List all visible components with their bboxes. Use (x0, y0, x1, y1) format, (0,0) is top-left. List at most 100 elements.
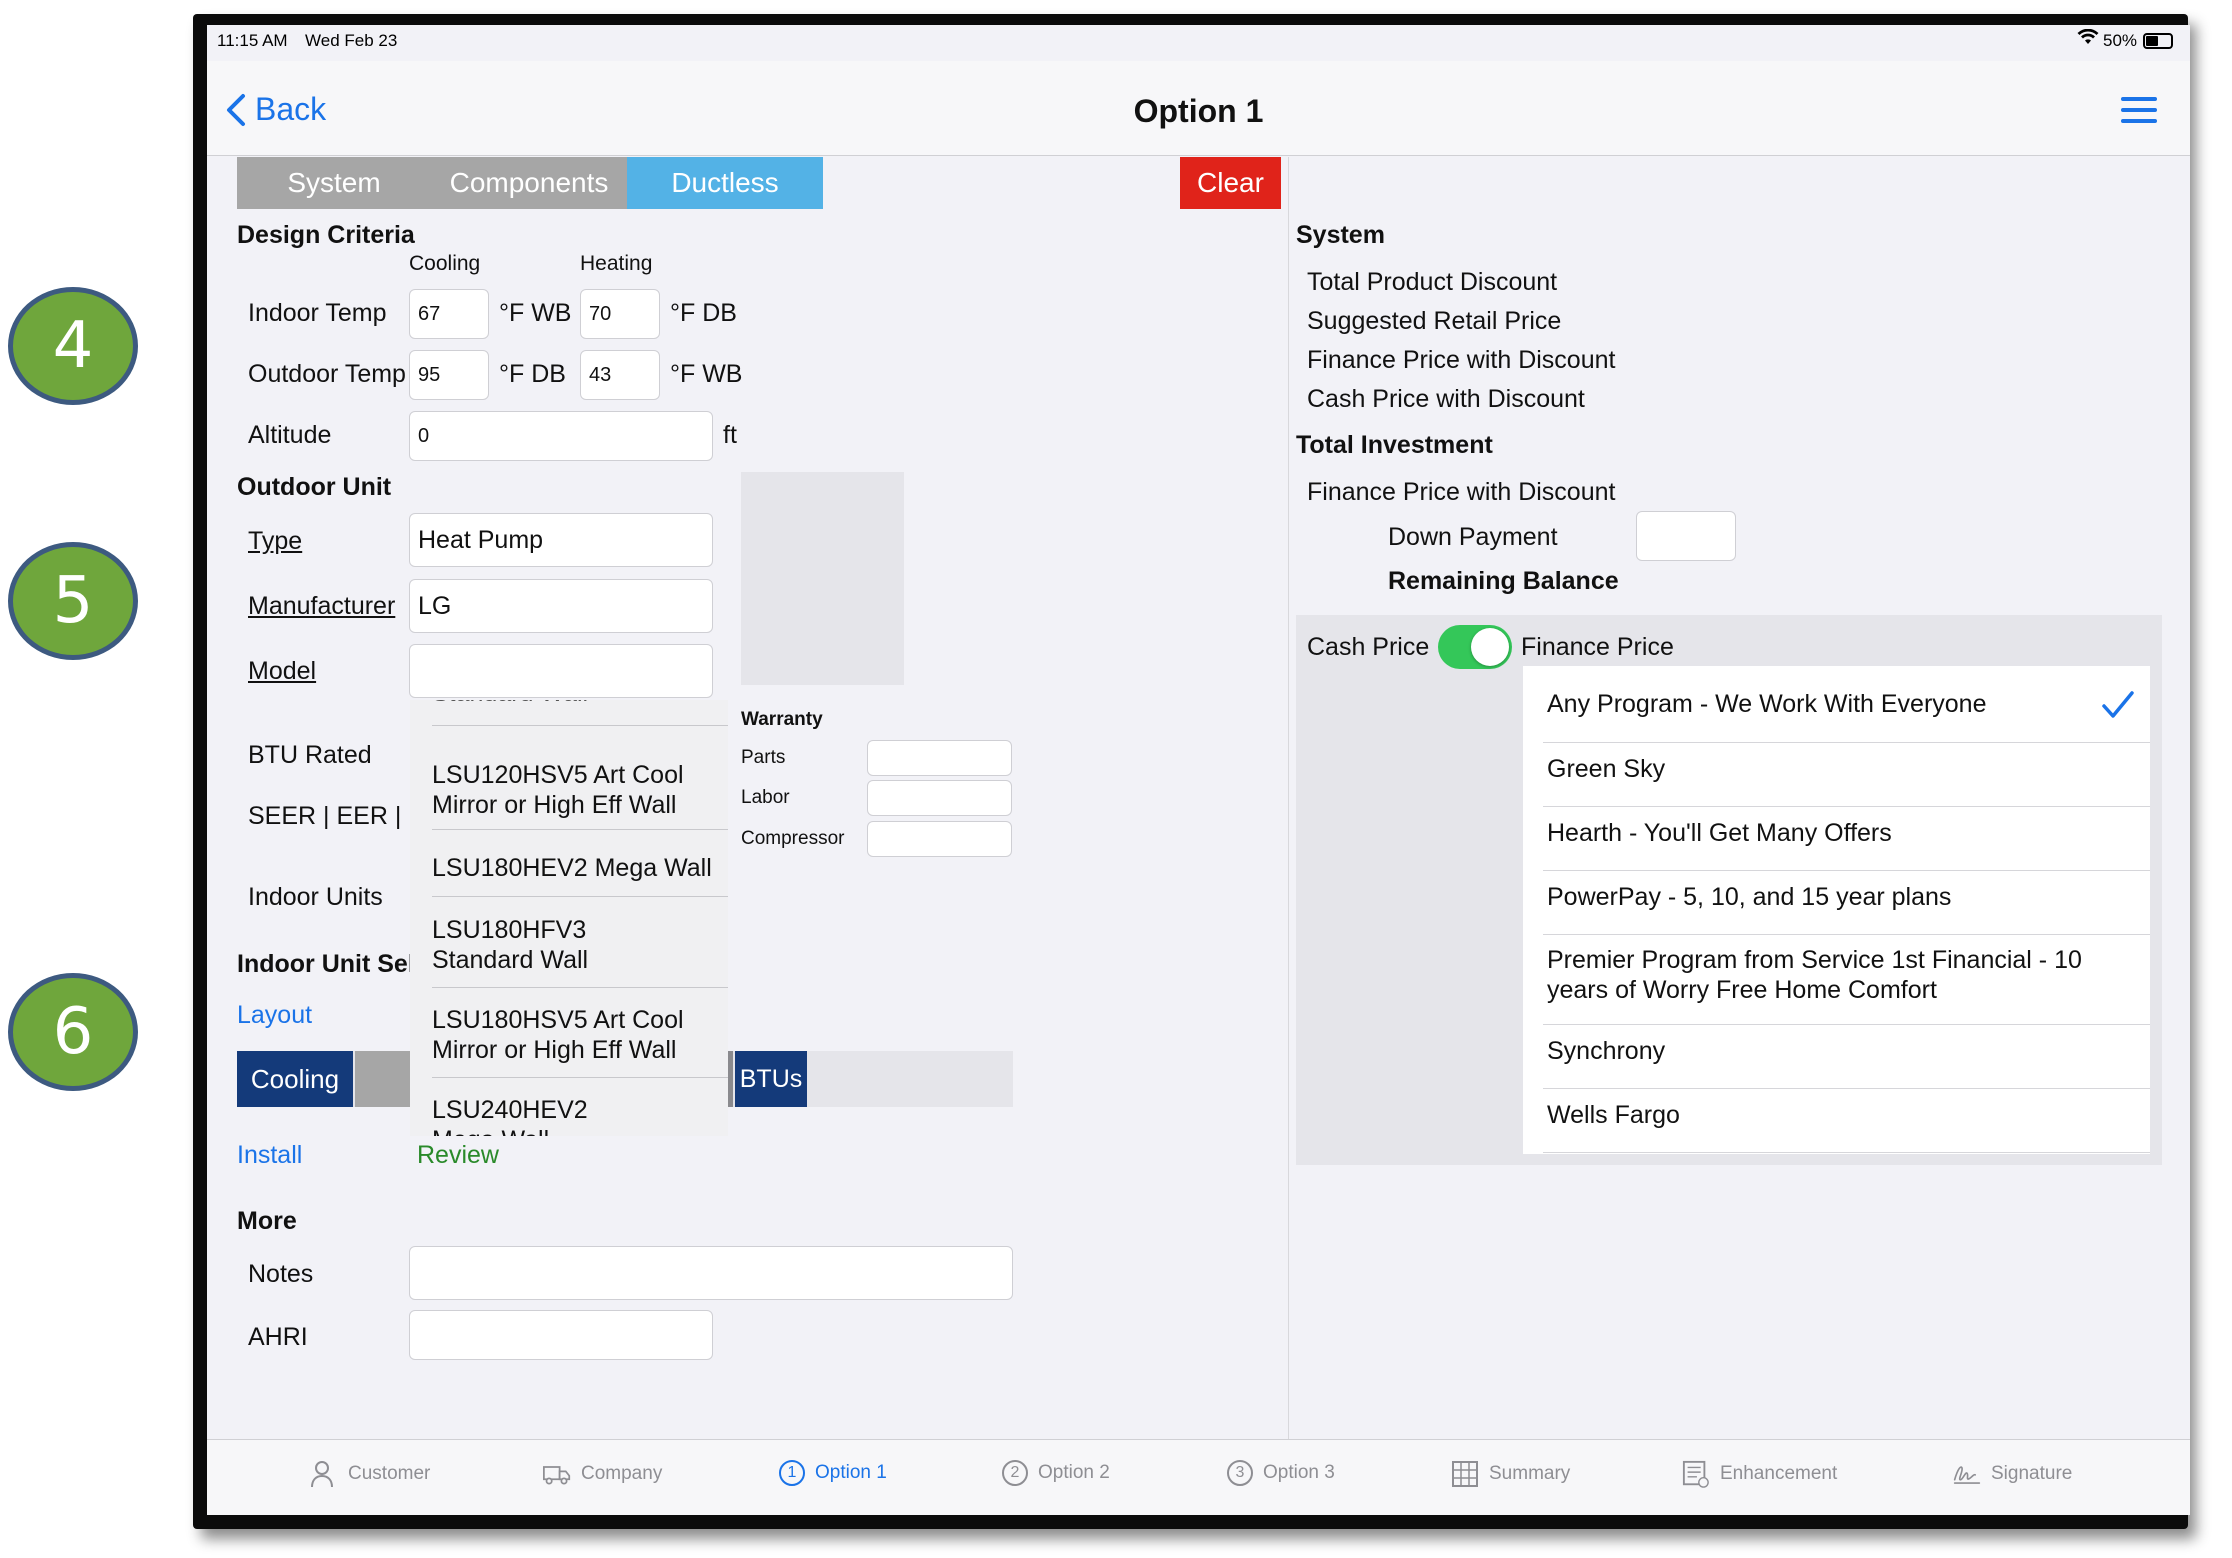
option-2-icon: 2 (1002, 1460, 1028, 1486)
model-option[interactable]: LSU180HFV3 Standard Wall (432, 915, 632, 975)
program-divider (1543, 742, 2150, 743)
callout-badge-6: 6 (8, 973, 138, 1091)
indoor-temp-label: Indoor Temp (248, 299, 387, 327)
more-heading: More (237, 1207, 297, 1235)
warranty-labor-input[interactable] (867, 780, 1012, 816)
outdoor-heating-input[interactable]: 43 (580, 350, 660, 400)
model-option[interactable]: LSU180HEV2 Mega Wall (432, 853, 712, 883)
segment-ductless[interactable]: Ductless (627, 157, 823, 209)
truck-icon (543, 1460, 571, 1488)
program-divider (1543, 1088, 2150, 1089)
tab-option-2[interactable]: 2 Option 2 (1002, 1460, 1110, 1486)
notes-label: Notes (248, 1260, 314, 1288)
column-divider (1288, 157, 1289, 1439)
layout-link[interactable]: Layout (237, 1001, 312, 1030)
model-option[interactable]: LSU120HSV5 Art Cool Mirror or High Eff W… (432, 760, 722, 820)
program-divider (1543, 1024, 2150, 1025)
option-divider (432, 896, 728, 897)
indoor-unit-slot[interactable] (355, 1051, 411, 1107)
program-option[interactable]: Premier Program from Service 1st Financi… (1547, 945, 2107, 1005)
install-link[interactable]: Install (237, 1141, 302, 1170)
program-divider (1543, 1152, 2150, 1153)
clear-button[interactable]: Clear (1180, 157, 1281, 209)
outdoor-cooling-input[interactable]: 95 (409, 350, 489, 400)
person-icon (310, 1460, 338, 1488)
btus-button[interactable]: BTUs (735, 1051, 807, 1107)
warranty-heading: Warranty (741, 709, 823, 730)
down-payment-label: Down Payment (1388, 523, 1558, 551)
review-link[interactable]: Review (417, 1141, 499, 1170)
outdoor-cooling-unit: °F DB (499, 360, 566, 388)
unit-image-placeholder (741, 472, 904, 685)
tab-company[interactable]: Company (543, 1460, 662, 1488)
summary-grid-icon (1451, 1460, 1479, 1488)
slot-divider (728, 1051, 733, 1107)
cash-price-discount-label: Cash Price with Discount (1307, 385, 1585, 413)
model-label[interactable]: Model (248, 657, 316, 686)
down-payment-input[interactable] (1636, 511, 1736, 561)
cooling-column-label: Cooling (409, 252, 481, 275)
cooling-button[interactable]: Cooling (237, 1051, 353, 1107)
model-option[interactable]: LSU180HSV5 Art Cool Mirror or High Eff W… (432, 1005, 722, 1065)
callout-badge-5: 5 (8, 542, 138, 660)
finance-program-list: Any Program - We Work With Everyone Gree… (1523, 666, 2150, 1154)
manufacturer-field[interactable]: LG (409, 579, 713, 633)
system-heading: System (1296, 221, 1385, 249)
ipad-screen: 11:15 AM Wed Feb 23 50% Back Option 1 Sy… (207, 25, 2190, 1515)
indoor-cooling-input[interactable]: 67 (409, 289, 489, 339)
warranty-parts-label: Parts (741, 747, 786, 768)
warranty-parts-input[interactable] (867, 740, 1012, 776)
btu-rated-label: BTU Rated (248, 741, 372, 769)
type-label[interactable]: Type (248, 527, 302, 556)
indoor-cooling-unit: °F WB (499, 299, 572, 327)
page-title: Option 1 (1133, 93, 1264, 129)
bottom-tab-bar: Customer Company 1 Option 1 2 Option 2 3… (207, 1439, 2190, 1515)
program-divider (1543, 870, 2150, 871)
ahri-input[interactable] (409, 1310, 713, 1360)
seer-label: SEER | EER | HS (248, 802, 410, 830)
status-bar: 11:15 AM Wed Feb 23 50% (207, 25, 2190, 61)
manufacturer-label[interactable]: Manufacturer (248, 592, 395, 621)
program-option[interactable]: Hearth - You'll Get Many Offers (1547, 818, 1892, 848)
altitude-input[interactable]: 0 (409, 411, 713, 461)
battery-icon (2143, 33, 2173, 49)
hamburger-menu-icon[interactable] (2121, 97, 2157, 123)
segment-components[interactable]: Components (431, 157, 627, 209)
suggested-retail-price-label: Suggested Retail Price (1307, 307, 1562, 335)
option-divider (432, 725, 728, 726)
tab-option-3[interactable]: 3 Option 3 (1227, 1460, 1335, 1486)
option-divider (432, 829, 728, 830)
program-option[interactable]: Green Sky (1547, 754, 1665, 784)
indoor-unit-selection-heading: Indoor Unit Sel (237, 950, 415, 978)
program-option[interactable]: Wells Fargo (1547, 1100, 1680, 1130)
total-investment-heading: Total Investment (1296, 431, 1493, 459)
status-date: Wed Feb 23 (305, 31, 398, 50)
tab-customer[interactable]: Customer (310, 1460, 430, 1488)
model-option[interactable]: Standard Wall (432, 700, 588, 708)
document-list-icon (1682, 1460, 1710, 1488)
tab-enhancement[interactable]: Enhancement (1682, 1460, 1837, 1488)
segment-system[interactable]: System (237, 157, 431, 209)
program-option[interactable]: Synchrony (1547, 1036, 1665, 1066)
total-product-discount-label: Total Product Discount (1307, 268, 1558, 296)
program-option[interactable]: Any Program - We Work With Everyone (1547, 689, 1986, 719)
heating-column-label: Heating (580, 252, 653, 275)
tab-summary[interactable]: Summary (1451, 1460, 1570, 1488)
outdoor-temp-label: Outdoor Temp (248, 360, 406, 388)
altitude-label: Altitude (248, 421, 332, 449)
cash-finance-toggle[interactable] (1438, 625, 1512, 669)
indoor-heating-input[interactable]: 70 (580, 289, 660, 339)
notes-input[interactable] (409, 1246, 1013, 1300)
program-option[interactable]: PowerPay - 5, 10, and 15 year plans (1547, 882, 1951, 912)
warranty-compressor-label: Compressor (741, 828, 845, 849)
model-option[interactable]: LSU240HEV2 Mega Wall (432, 1095, 612, 1136)
wifi-icon (2077, 28, 2099, 50)
model-dropdown-list[interactable]: Standard Wall LSU120HSV5 Art Cool Mirror… (410, 700, 728, 1136)
type-field[interactable]: Heat Pump (409, 513, 713, 567)
checkmark-icon (2102, 691, 2134, 718)
tab-signature[interactable]: Signature (1953, 1460, 2072, 1488)
investment-finance-price-label: Finance Price with Discount (1307, 478, 1616, 506)
model-field[interactable] (409, 644, 713, 698)
tab-option-1[interactable]: 1 Option 1 (779, 1460, 887, 1486)
warranty-compressor-input[interactable] (867, 821, 1012, 857)
